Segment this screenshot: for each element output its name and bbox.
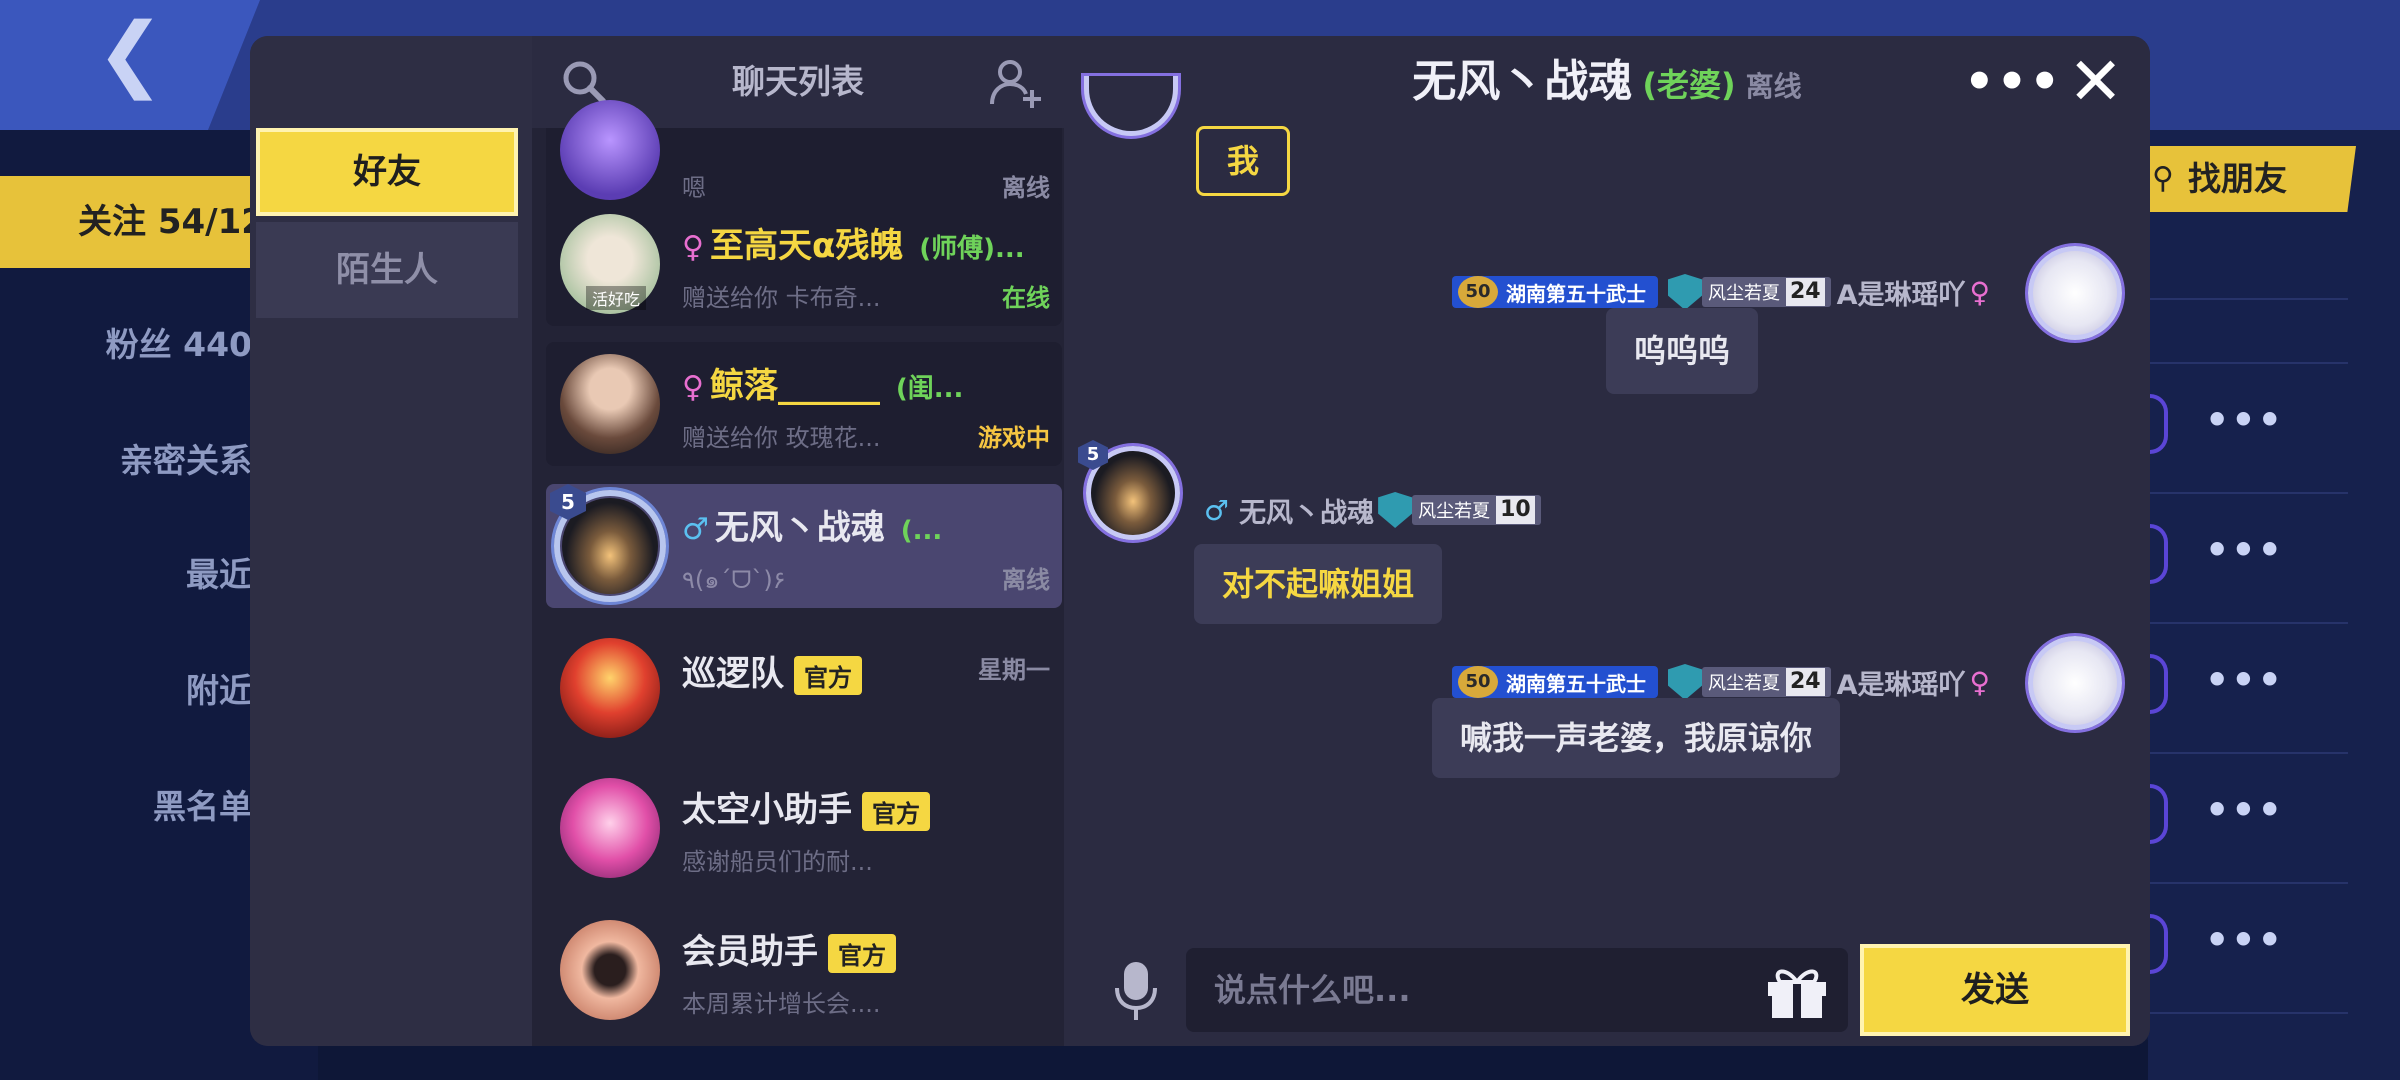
recent-item[interactable]: 最近 [0, 548, 252, 596]
official-badge: 官方 [794, 656, 862, 695]
more-icon[interactable]: ••• [2205, 398, 2284, 442]
add-friend-icon[interactable] [988, 56, 1042, 110]
chat-list-item[interactable]: 巡逻队 官方 星期一 [546, 626, 1062, 750]
gift-icon[interactable] [1764, 962, 1830, 1020]
status-label: 离线 [1002, 174, 1050, 202]
message-preview: 感谢船员们的耐... [682, 848, 873, 876]
sender-tags: 50 湖南第五十武士 风尘若夏 24 A是琳瑶吖 ♀ [1452, 664, 1994, 701]
rank-tag: 50 湖南第五十武士 [1452, 276, 1658, 308]
bg-divider [2148, 362, 2348, 364]
fans-item[interactable]: 粉丝 440 [0, 318, 252, 366]
timestamp: 星期一 [978, 656, 1050, 684]
sender-tags: 50 湖南第五十武士 风尘若夏 24 A是琳瑶吖 ♀ [1452, 274, 1994, 311]
avatar [560, 354, 660, 454]
male-icon: ♂ [682, 512, 709, 547]
more-icon[interactable]: ••• [2205, 788, 2284, 832]
female-icon: ♀ [1969, 665, 1991, 699]
message-preview: 赠送给你 玫瑰花... [682, 424, 881, 452]
contact-name: 会员助手 官方 [682, 924, 896, 973]
more-icon[interactable]: ••• [2205, 528, 2284, 572]
avatar [2028, 246, 2122, 340]
message-composer: 发送 [1064, 924, 2150, 1046]
chat-list-item[interactable]: 活好吃 ♀ 至高天α残魄 (师傅)... 赠送给你 卡布奇... 在线 [546, 202, 1062, 326]
status-label: 在线 [1002, 284, 1050, 312]
close-icon[interactable]: ✕ [2068, 49, 2123, 115]
message-input-box [1186, 948, 1848, 1032]
friends-tab[interactable]: 好友 [256, 128, 518, 216]
chat-list-item[interactable]: ♀ 鲸落______ (闺... 赠送给你 玫瑰花... 游戏中 [546, 342, 1062, 466]
bg-divider [2148, 622, 2348, 624]
avatar [560, 778, 660, 878]
club-tag: 风尘若夏 24 [1702, 667, 1831, 697]
message-bubble: 呜呜呜 [1606, 308, 1759, 394]
female-icon: ♀ [1969, 275, 1991, 309]
contact-name: ♂ 无风丶战魂 (... [682, 508, 943, 548]
sender-name: 无风丶战魂 [1239, 497, 1375, 529]
more-icon[interactable]: ••• [2205, 918, 2284, 962]
intimate-item[interactable]: 亲密关系 [0, 434, 252, 482]
male-icon: ♂ [1204, 493, 1230, 527]
chat-modal: 好友 陌生人 聊天列表 嗯 离线 活好吃 ♀ 至高天α残魄 (师傅)... 赠送… [250, 36, 2150, 1046]
bg-divider [2148, 492, 2348, 494]
sender-name: A是琳瑶吖 [1836, 669, 1966, 701]
search-icon[interactable] [560, 58, 608, 106]
message-bubble: 我 [1196, 126, 1291, 196]
follow-tab[interactable]: 关注 54/120 [0, 176, 260, 268]
avatar-caption: 活好吃 [586, 286, 647, 310]
female-icon: ♀ [682, 370, 704, 405]
microphone-icon[interactable] [1114, 960, 1158, 1022]
message-preview: ٩(๑ˊᗜˋ)۶ [682, 566, 786, 594]
background-bottom [318, 1040, 2148, 1080]
bg-divider [2148, 882, 2348, 884]
add-person-icon: ⚲ [2152, 161, 2174, 196]
status-label: 游戏中 [978, 424, 1050, 452]
rank-tag: 50 湖南第五十武士 [1452, 666, 1658, 698]
avatar [560, 638, 660, 738]
chat-list-item[interactable]: 会员助手 官方 本周累计增长会.... [546, 908, 1062, 1032]
bg-divider [2148, 752, 2348, 754]
message-bubble: 喊我一声老婆，我原谅你 [1432, 698, 1841, 778]
message-input[interactable] [1186, 948, 1746, 1032]
club-shield-icon [1668, 664, 1702, 700]
message-preview: 嗯 [682, 174, 706, 202]
send-button[interactable]: 发送 [1860, 944, 2130, 1036]
club-tag: 风尘若夏 24 [1702, 277, 1831, 307]
strangers-tab[interactable]: 陌生人 [256, 222, 518, 318]
sender-name: A是琳瑶吖 [1836, 279, 1966, 311]
find-friend-label: 找朋友 [2188, 159, 2287, 198]
nearby-item[interactable]: 附近 [0, 664, 252, 712]
female-icon: ♀ [682, 230, 704, 265]
contact-name: ♀ 至高天α残魄 (师傅)... [682, 226, 1025, 266]
chat-list-item-selected[interactable]: 5 ♂ 无风丶战魂 (... ٩(๑ˊᗜˋ)۶ 离线 [546, 484, 1062, 608]
status-label: 离线 [1002, 566, 1050, 594]
back-arrow-icon[interactable]: ❮ [96, 13, 166, 95]
club-shield-icon [1378, 492, 1413, 528]
bg-divider [2148, 1012, 2348, 1014]
official-badge: 官方 [862, 792, 930, 831]
contact-name: ♀ 鲸落______ (闺... [682, 366, 964, 406]
contact-name: 太空小助手 官方 [682, 782, 930, 831]
message-preview: 赠送给你 卡布奇... [682, 284, 881, 312]
blacklist-item[interactable]: 黑名单 [0, 780, 252, 828]
sender-tags: ♂ 无风丶战魂 风尘若夏 10 [1200, 492, 1541, 529]
category-column: 好友 陌生人 [250, 36, 532, 1046]
avatar [560, 100, 660, 200]
chat-list-item[interactable]: 太空小助手 官方 感谢船员们的耐... [546, 766, 1062, 890]
avatar [2028, 636, 2122, 730]
avatar [560, 920, 660, 1020]
conversation-header: 无风丶战魂 (老婆) 离线 ••• ✕ [1064, 36, 2150, 128]
contact-name: 巡逻队 官方 [682, 646, 862, 695]
message-preview: 本周累计增长会.... [682, 990, 881, 1018]
more-icon[interactable]: ••• [2205, 658, 2284, 702]
find-friend-button[interactable]: ⚲ 找朋友 [2140, 146, 2356, 212]
message-bubble: 对不起嘛姐姐 [1194, 544, 1443, 624]
chat-list-column: 聊天列表 嗯 离线 活好吃 ♀ 至高天α残魄 (师傅)... 赠送给你 卡布奇.… [532, 36, 1064, 1046]
club-tag: 风尘若夏 10 [1412, 495, 1541, 525]
club-shield-icon [1668, 274, 1702, 310]
bg-divider [2148, 298, 2348, 300]
official-badge: 官方 [828, 934, 896, 973]
conversation-panel: 无风丶战魂 (老婆) 离线 ••• ✕ 我 50 湖南第五十武士 风尘若夏 24 A是琳… [1064, 36, 2150, 1046]
more-options-icon[interactable]: ••• [1964, 54, 2062, 110]
